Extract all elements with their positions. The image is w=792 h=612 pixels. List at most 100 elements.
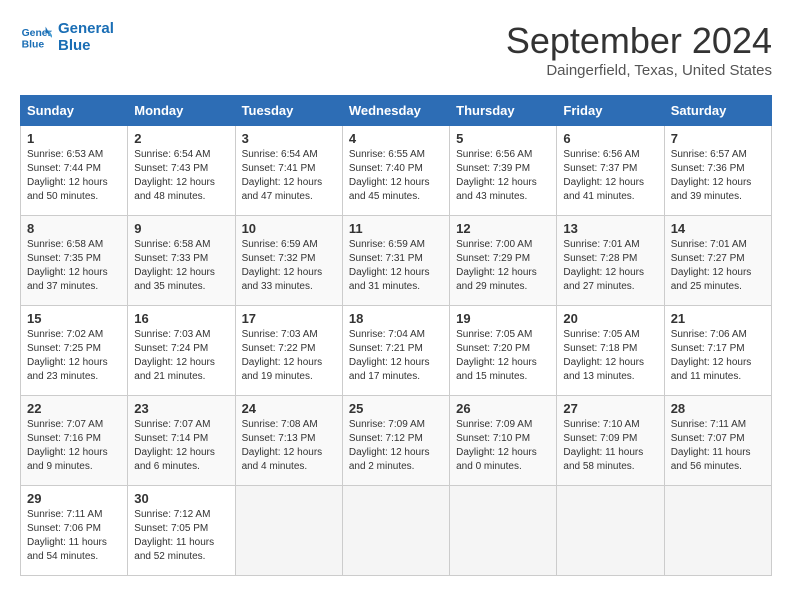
day-info: Sunrise: 7:05 AMSunset: 7:18 PMDaylight:… [563, 328, 657, 384]
calendar-cell: 1Sunrise: 6:53 AMSunset: 7:44 PMDaylight… [21, 126, 128, 216]
day-number: 30 [134, 491, 228, 506]
calendar-cell: 15 Sunrise: 7:02 AMSunset: 7:25 PMDayligh… [21, 306, 128, 396]
day-info: Sunrise: 6:58 AMSunset: 7:33 PMDaylight:… [134, 238, 228, 294]
calendar-cell: 12 Sunrise: 7:00 AMSunset: 7:29 PMDayligh… [450, 216, 557, 306]
calendar-cell: 25 Sunrise: 7:09 AMSunset: 7:12 PMDayligh… [342, 396, 449, 486]
day-info: Sunrise: 6:54 AMSunset: 7:41 PMDaylight:… [242, 148, 336, 204]
calendar-cell: 13 Sunrise: 7:01 AMSunset: 7:28 PMDayligh… [557, 216, 664, 306]
day-number: 14 [671, 221, 765, 236]
logo: General Blue GeneralBlue [20, 20, 114, 54]
weekday-header-row: SundayMondayTuesdayWednesdayThursdayFrid… [21, 96, 772, 126]
day-info: Sunrise: 7:00 AMSunset: 7:29 PMDaylight:… [456, 238, 550, 294]
weekday-header-monday: Monday [128, 96, 235, 126]
day-number: 20 [563, 311, 657, 326]
title-block: September 2024 Daingerfield, Texas, Unit… [506, 20, 772, 79]
calendar-cell: 16 Sunrise: 7:03 AMSunset: 7:24 PMDayligh… [128, 306, 235, 396]
calendar-cell [342, 486, 449, 576]
day-number: 13 [563, 221, 657, 236]
calendar-cell: 14 Sunrise: 7:01 AMSunset: 7:27 PMDayligh… [664, 216, 771, 306]
calendar-week-4: 22 Sunrise: 7:07 AMSunset: 7:16 PMDayligh… [21, 396, 772, 486]
day-number: 9 [134, 221, 228, 236]
day-number: 19 [456, 311, 550, 326]
calendar-cell: 17 Sunrise: 7:03 AMSunset: 7:22 PMDayligh… [235, 306, 342, 396]
day-number: 25 [349, 401, 443, 416]
day-number: 15 [27, 311, 121, 326]
calendar-cell: 6 Sunrise: 6:56 AMSunset: 7:37 PMDaylight… [557, 126, 664, 216]
day-number: 12 [456, 221, 550, 236]
day-number: 3 [242, 131, 336, 146]
logo-icon: General Blue [20, 23, 52, 51]
day-number: 7 [671, 131, 765, 146]
day-info: Sunrise: 7:03 AMSunset: 7:24 PMDaylight:… [134, 328, 228, 384]
calendar-cell: 21 Sunrise: 7:06 AMSunset: 7:17 PMDayligh… [664, 306, 771, 396]
day-number: 27 [563, 401, 657, 416]
calendar-week-2: 8 Sunrise: 6:58 AMSunset: 7:35 PMDaylight… [21, 216, 772, 306]
calendar-cell: 22 Sunrise: 7:07 AMSunset: 7:16 PMDayligh… [21, 396, 128, 486]
weekday-header-wednesday: Wednesday [342, 96, 449, 126]
day-number: 22 [27, 401, 121, 416]
calendar-week-1: 1Sunrise: 6:53 AMSunset: 7:44 PMDaylight… [21, 126, 772, 216]
calendar-cell: 11 Sunrise: 6:59 AMSunset: 7:31 PMDayligh… [342, 216, 449, 306]
day-info: Sunrise: 7:02 AMSunset: 7:25 PMDaylight:… [27, 328, 121, 384]
calendar-week-3: 15 Sunrise: 7:02 AMSunset: 7:25 PMDayligh… [21, 306, 772, 396]
calendar-cell: 4 Sunrise: 6:55 AMSunset: 7:40 PMDaylight… [342, 126, 449, 216]
calendar-cell [664, 486, 771, 576]
calendar-cell: 29 Sunrise: 7:11 AMSunset: 7:06 PMDayligh… [21, 486, 128, 576]
calendar-cell: 19Sunrise: 7:05 AMSunset: 7:20 PMDayligh… [450, 306, 557, 396]
day-number: 8 [27, 221, 121, 236]
day-info: Sunrise: 6:56 AMSunset: 7:37 PMDaylight:… [563, 148, 657, 204]
calendar-table: SundayMondayTuesdayWednesdayThursdayFrid… [20, 95, 772, 576]
day-number: 5 [456, 131, 550, 146]
day-info: Sunrise: 7:07 AMSunset: 7:16 PMDaylight:… [27, 418, 121, 474]
calendar-week-5: 29 Sunrise: 7:11 AMSunset: 7:06 PMDayligh… [21, 486, 772, 576]
day-info: Sunrise: 7:09 AMSunset: 7:10 PMDaylight:… [456, 418, 550, 474]
day-number: 1 [27, 131, 121, 146]
weekday-header-tuesday: Tuesday [235, 96, 342, 126]
day-info: Sunrise: 6:55 AMSunset: 7:40 PMDaylight:… [349, 148, 443, 204]
calendar-cell: 7 Sunrise: 6:57 AMSunset: 7:36 PMDaylight… [664, 126, 771, 216]
day-info: Sunrise: 6:57 AMSunset: 7:36 PMDaylight:… [671, 148, 765, 204]
day-info: Sunrise: 7:03 AMSunset: 7:22 PMDaylight:… [242, 328, 336, 384]
day-info: Sunrise: 7:12 AMSunset: 7:05 PMDaylight:… [134, 508, 228, 564]
day-number: 10 [242, 221, 336, 236]
day-number: 16 [134, 311, 228, 326]
day-info: Sunrise: 7:09 AMSunset: 7:12 PMDaylight:… [349, 418, 443, 474]
svg-text:Blue: Blue [22, 39, 45, 50]
day-number: 23 [134, 401, 228, 416]
calendar-cell: 18 Sunrise: 7:04 AMSunset: 7:21 PMDayligh… [342, 306, 449, 396]
calendar-cell: 8 Sunrise: 6:58 AMSunset: 7:35 PMDaylight… [21, 216, 128, 306]
day-info: Sunrise: 7:11 AMSunset: 7:06 PMDaylight:… [27, 508, 121, 564]
day-info: Sunrise: 6:56 AMSunset: 7:39 PMDaylight:… [456, 148, 550, 204]
day-info: Sunrise: 7:06 AMSunset: 7:17 PMDaylight:… [671, 328, 765, 384]
day-info: Sunrise: 7:01 AMSunset: 7:28 PMDaylight:… [563, 238, 657, 294]
calendar-cell: 30 Sunrise: 7:12 AMSunset: 7:05 PMDayligh… [128, 486, 235, 576]
day-number: 21 [671, 311, 765, 326]
calendar-cell: 26Sunrise: 7:09 AMSunset: 7:10 PMDayligh… [450, 396, 557, 486]
weekday-header-saturday: Saturday [664, 96, 771, 126]
calendar-cell: 9 Sunrise: 6:58 AMSunset: 7:33 PMDaylight… [128, 216, 235, 306]
calendar-cell [557, 486, 664, 576]
calendar-cell: 24Sunrise: 7:08 AMSunset: 7:13 PMDayligh… [235, 396, 342, 486]
day-number: 24 [242, 401, 336, 416]
day-number: 28 [671, 401, 765, 416]
day-number: 18 [349, 311, 443, 326]
calendar-cell [450, 486, 557, 576]
calendar-cell: 5 Sunrise: 6:56 AMSunset: 7:39 PMDaylight… [450, 126, 557, 216]
day-number: 4 [349, 131, 443, 146]
page-header: General Blue GeneralBlue September 2024 … [20, 20, 772, 79]
day-info: Sunrise: 7:01 AMSunset: 7:27 PMDaylight:… [671, 238, 765, 294]
day-number: 17 [242, 311, 336, 326]
day-info: Sunrise: 6:54 AMSunset: 7:43 PMDaylight:… [134, 148, 228, 204]
day-number: 6 [563, 131, 657, 146]
day-number: 11 [349, 221, 443, 236]
day-info: Sunrise: 7:11 AMSunset: 7:07 PMDaylight:… [671, 418, 765, 474]
day-info: Sunrise: 7:07 AMSunset: 7:14 PMDaylight:… [134, 418, 228, 474]
weekday-header-sunday: Sunday [21, 96, 128, 126]
calendar-cell: 20 Sunrise: 7:05 AMSunset: 7:18 PMDayligh… [557, 306, 664, 396]
day-info: Sunrise: 6:58 AMSunset: 7:35 PMDaylight:… [27, 238, 121, 294]
day-info: Sunrise: 7:04 AMSunset: 7:21 PMDaylight:… [349, 328, 443, 384]
day-number: 29 [27, 491, 121, 506]
calendar-cell: 28 Sunrise: 7:11 AMSunset: 7:07 PMDayligh… [664, 396, 771, 486]
logo-text: GeneralBlue [58, 20, 114, 54]
day-info: Sunrise: 6:59 AMSunset: 7:31 PMDaylight:… [349, 238, 443, 294]
